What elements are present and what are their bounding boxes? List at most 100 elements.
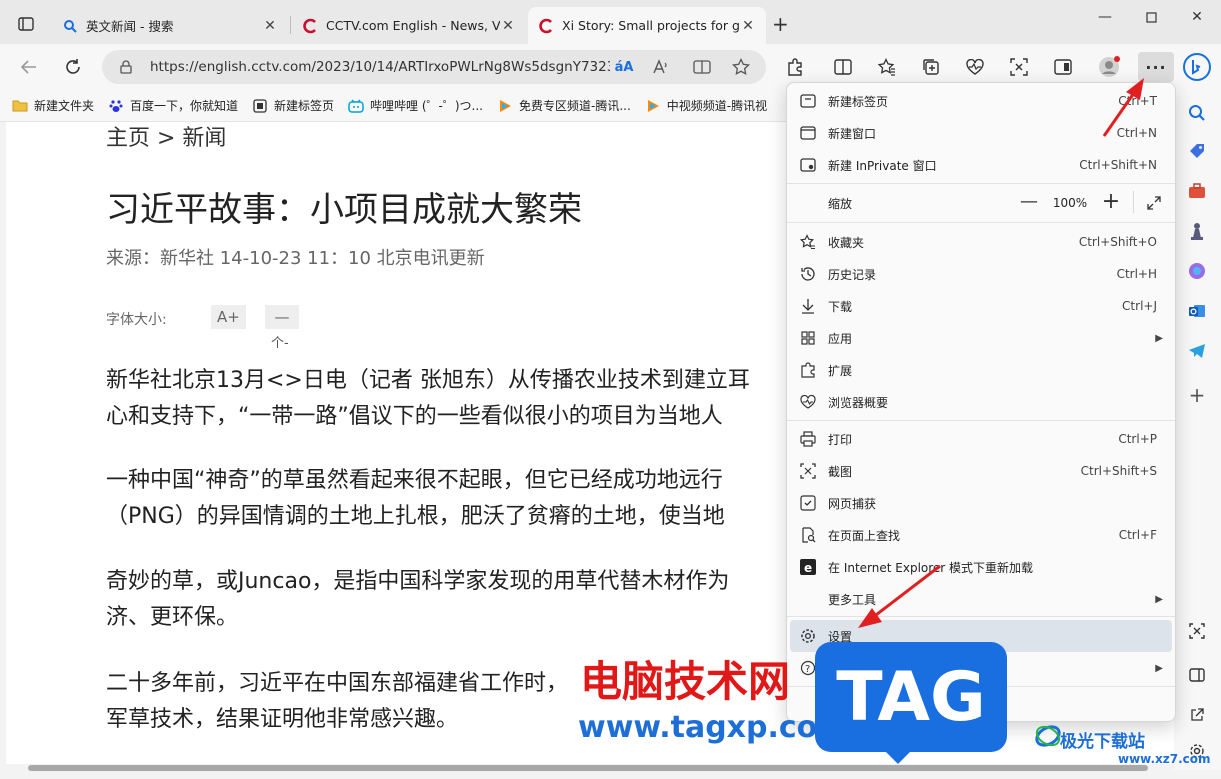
close-window-button[interactable]: ✕ bbox=[1174, 6, 1220, 28]
bookmark-new-tab-page[interactable]: 新建标签页 bbox=[252, 97, 334, 114]
settings-and-more-button[interactable]: ··· bbox=[1138, 52, 1174, 82]
browser-essentials-button[interactable] bbox=[960, 52, 990, 82]
profile-button[interactable] bbox=[1094, 52, 1124, 82]
sidebar-open-external-icon[interactable] bbox=[1186, 704, 1208, 726]
zoom-divider bbox=[1133, 191, 1134, 213]
back-arrow-icon bbox=[20, 60, 36, 74]
menu-item-print[interactable]: 打印 Ctrl+P bbox=[787, 423, 1175, 455]
copilot-button[interactable] bbox=[1180, 52, 1214, 82]
workspaces-button[interactable] bbox=[1048, 52, 1078, 82]
menu-item-shortcut: Ctrl+Shift+N bbox=[1079, 158, 1157, 172]
sidebar-shopping-tag-icon[interactable] bbox=[1186, 140, 1208, 162]
menu-item-favorites[interactable]: 收藏夹 Ctrl+Shift+O bbox=[787, 226, 1175, 258]
menu-item-label: 浏览器概要 bbox=[828, 395, 889, 410]
menu-item-label: 新建 InPrivate 窗口 bbox=[828, 158, 937, 173]
bookmark-label: 中视频频道-腾讯视 bbox=[666, 99, 768, 113]
svg-text:e: e bbox=[804, 561, 812, 575]
url-text[interactable]: https://english.cctv.com/2023/10/14/ARTI… bbox=[150, 59, 610, 75]
favorites-button[interactable] bbox=[872, 52, 902, 82]
cctv-favicon-icon bbox=[302, 18, 318, 34]
immersive-reader-icon[interactable] bbox=[690, 55, 714, 79]
bookmark-tencent-free[interactable]: 免费专区频道-腾讯... bbox=[497, 97, 631, 114]
menu-item-apps[interactable]: 应用 ▶ bbox=[787, 322, 1175, 354]
bookmark-baidu[interactable]: 百度一下，你就知道 bbox=[108, 97, 238, 114]
cctv-favicon-icon bbox=[538, 18, 554, 34]
menu-item-new-window[interactable]: 新建窗口 Ctrl+N bbox=[787, 117, 1175, 149]
new-tab-button[interactable]: + bbox=[772, 12, 789, 36]
read-aloud-icon[interactable] bbox=[648, 55, 672, 79]
tab-xi-story[interactable]: Xi Story: Small projects for greate ✕ bbox=[528, 7, 766, 44]
sidebar-search-icon[interactable] bbox=[1186, 102, 1208, 124]
font-increase-button[interactable]: A+ bbox=[211, 305, 246, 329]
menu-item-web-capture[interactable]: 网页捕获 bbox=[787, 487, 1175, 519]
zoom-out-button[interactable]: — bbox=[1017, 191, 1041, 212]
sidebar-copilot-icon[interactable] bbox=[1186, 260, 1208, 282]
menu-divider bbox=[787, 420, 1175, 421]
minimize-button[interactable]: — bbox=[1082, 6, 1128, 28]
scrollbar-thumb[interactable] bbox=[28, 765, 1148, 771]
menu-item-screenshot[interactable]: 截图 Ctrl+Shift+S bbox=[787, 455, 1175, 487]
tab-actions-button[interactable] bbox=[8, 10, 44, 38]
screenshot-icon bbox=[1010, 58, 1028, 76]
zoom-in-button[interactable]: + bbox=[1099, 189, 1123, 214]
menu-item-downloads[interactable]: 下载 Ctrl+J bbox=[787, 290, 1175, 322]
menu-item-label: 新建窗口 bbox=[828, 126, 877, 141]
refresh-button[interactable] bbox=[58, 52, 88, 82]
menu-divider bbox=[787, 183, 1175, 184]
menu-item-label: 新建标签页 bbox=[828, 94, 889, 109]
fullscreen-expand-icon bbox=[1147, 196, 1161, 210]
menu-item-browser-essentials[interactable]: 浏览器概要 bbox=[787, 386, 1175, 418]
favorites-star-icon bbox=[799, 233, 817, 251]
extensions-button[interactable] bbox=[780, 52, 810, 82]
tab-close-icon[interactable]: ✕ bbox=[500, 18, 516, 34]
split-screen-button[interactable] bbox=[828, 52, 858, 82]
menu-item-new-tab[interactable]: 新建标签页 Ctrl+T bbox=[787, 85, 1175, 117]
bookmark-tencent-mid[interactable]: 中视频频道-腾讯视 bbox=[645, 97, 767, 114]
menu-item-more-tools[interactable]: 更多工具 ▶ bbox=[787, 583, 1175, 615]
more-tools-blank-icon bbox=[799, 590, 817, 608]
back-button[interactable] bbox=[14, 52, 44, 82]
edge-sidebar: + bbox=[1174, 90, 1221, 770]
history-icon bbox=[799, 265, 817, 283]
newtab-page-icon bbox=[252, 98, 268, 113]
lock-icon[interactable] bbox=[114, 55, 138, 79]
menu-item-ie-mode[interactable]: e 在 Internet Explorer 模式下重新加载 bbox=[787, 551, 1175, 583]
menu-item-history[interactable]: 历史记录 Ctrl+H bbox=[787, 258, 1175, 290]
sidebar-tools-briefcase-icon[interactable] bbox=[1186, 180, 1208, 202]
address-bar[interactable]: https://english.cctv.com/2023/10/14/ARTI… bbox=[102, 50, 766, 84]
sidebar-panel-toggle-icon[interactable] bbox=[1186, 664, 1208, 686]
tab-close-icon[interactable]: ✕ bbox=[262, 18, 278, 34]
bookmark-bilibili[interactable]: 哔哩哔哩 (゜-゜)つ... bbox=[348, 97, 483, 114]
watermark-url-text: www.tagxp.com bbox=[578, 710, 849, 745]
chevron-right-icon: ▶ bbox=[1155, 662, 1163, 674]
svg-text:?: ? bbox=[805, 664, 810, 675]
maximize-button[interactable] bbox=[1128, 6, 1174, 28]
font-decrease-button[interactable]: — bbox=[265, 305, 299, 329]
tab-close-icon[interactable]: ✕ bbox=[740, 18, 756, 34]
menu-item-find-on-page[interactable]: 在页面上查找 Ctrl+F bbox=[787, 519, 1175, 551]
fullscreen-button[interactable] bbox=[1147, 195, 1161, 214]
tab-divider bbox=[290, 16, 291, 34]
tab-cctv-english[interactable]: CCTV.com English - News, Video ✕ bbox=[292, 7, 526, 44]
screenshot-button[interactable] bbox=[1004, 52, 1034, 82]
tab-search[interactable]: 英文新闻 - 搜索 ✕ bbox=[52, 7, 288, 44]
maximize-icon bbox=[1145, 11, 1157, 23]
menu-item-shortcut: Ctrl+Shift+S bbox=[1080, 464, 1157, 478]
sidebar-outlook-icon[interactable] bbox=[1186, 300, 1208, 322]
breadcrumb[interactable]: 主页 > 新闻 bbox=[106, 122, 226, 152]
menu-item-shortcut: Ctrl+P bbox=[1118, 432, 1157, 446]
sidebar-telegram-icon[interactable] bbox=[1186, 340, 1208, 362]
menu-item-extensions[interactable]: 扩展 bbox=[787, 354, 1175, 386]
horizontal-scrollbar[interactable] bbox=[6, 764, 1174, 772]
sidebar-games-chess-icon[interactable] bbox=[1186, 220, 1208, 242]
search-favicon-icon bbox=[62, 18, 78, 34]
bookmark-new-folder[interactable]: 新建文件夹 bbox=[12, 97, 94, 114]
split-screen-icon bbox=[834, 59, 852, 75]
translate-icon[interactable]: áA bbox=[612, 55, 636, 79]
sidebar-screenshot-icon[interactable] bbox=[1186, 620, 1208, 642]
baidu-paw-icon bbox=[108, 99, 124, 113]
favorite-star-icon[interactable] bbox=[729, 55, 753, 79]
menu-item-new-inprivate[interactable]: 新建 InPrivate 窗口 Ctrl+Shift+N bbox=[787, 149, 1175, 181]
collections-button[interactable] bbox=[916, 52, 946, 82]
sidebar-add-icon[interactable]: + bbox=[1186, 383, 1208, 407]
